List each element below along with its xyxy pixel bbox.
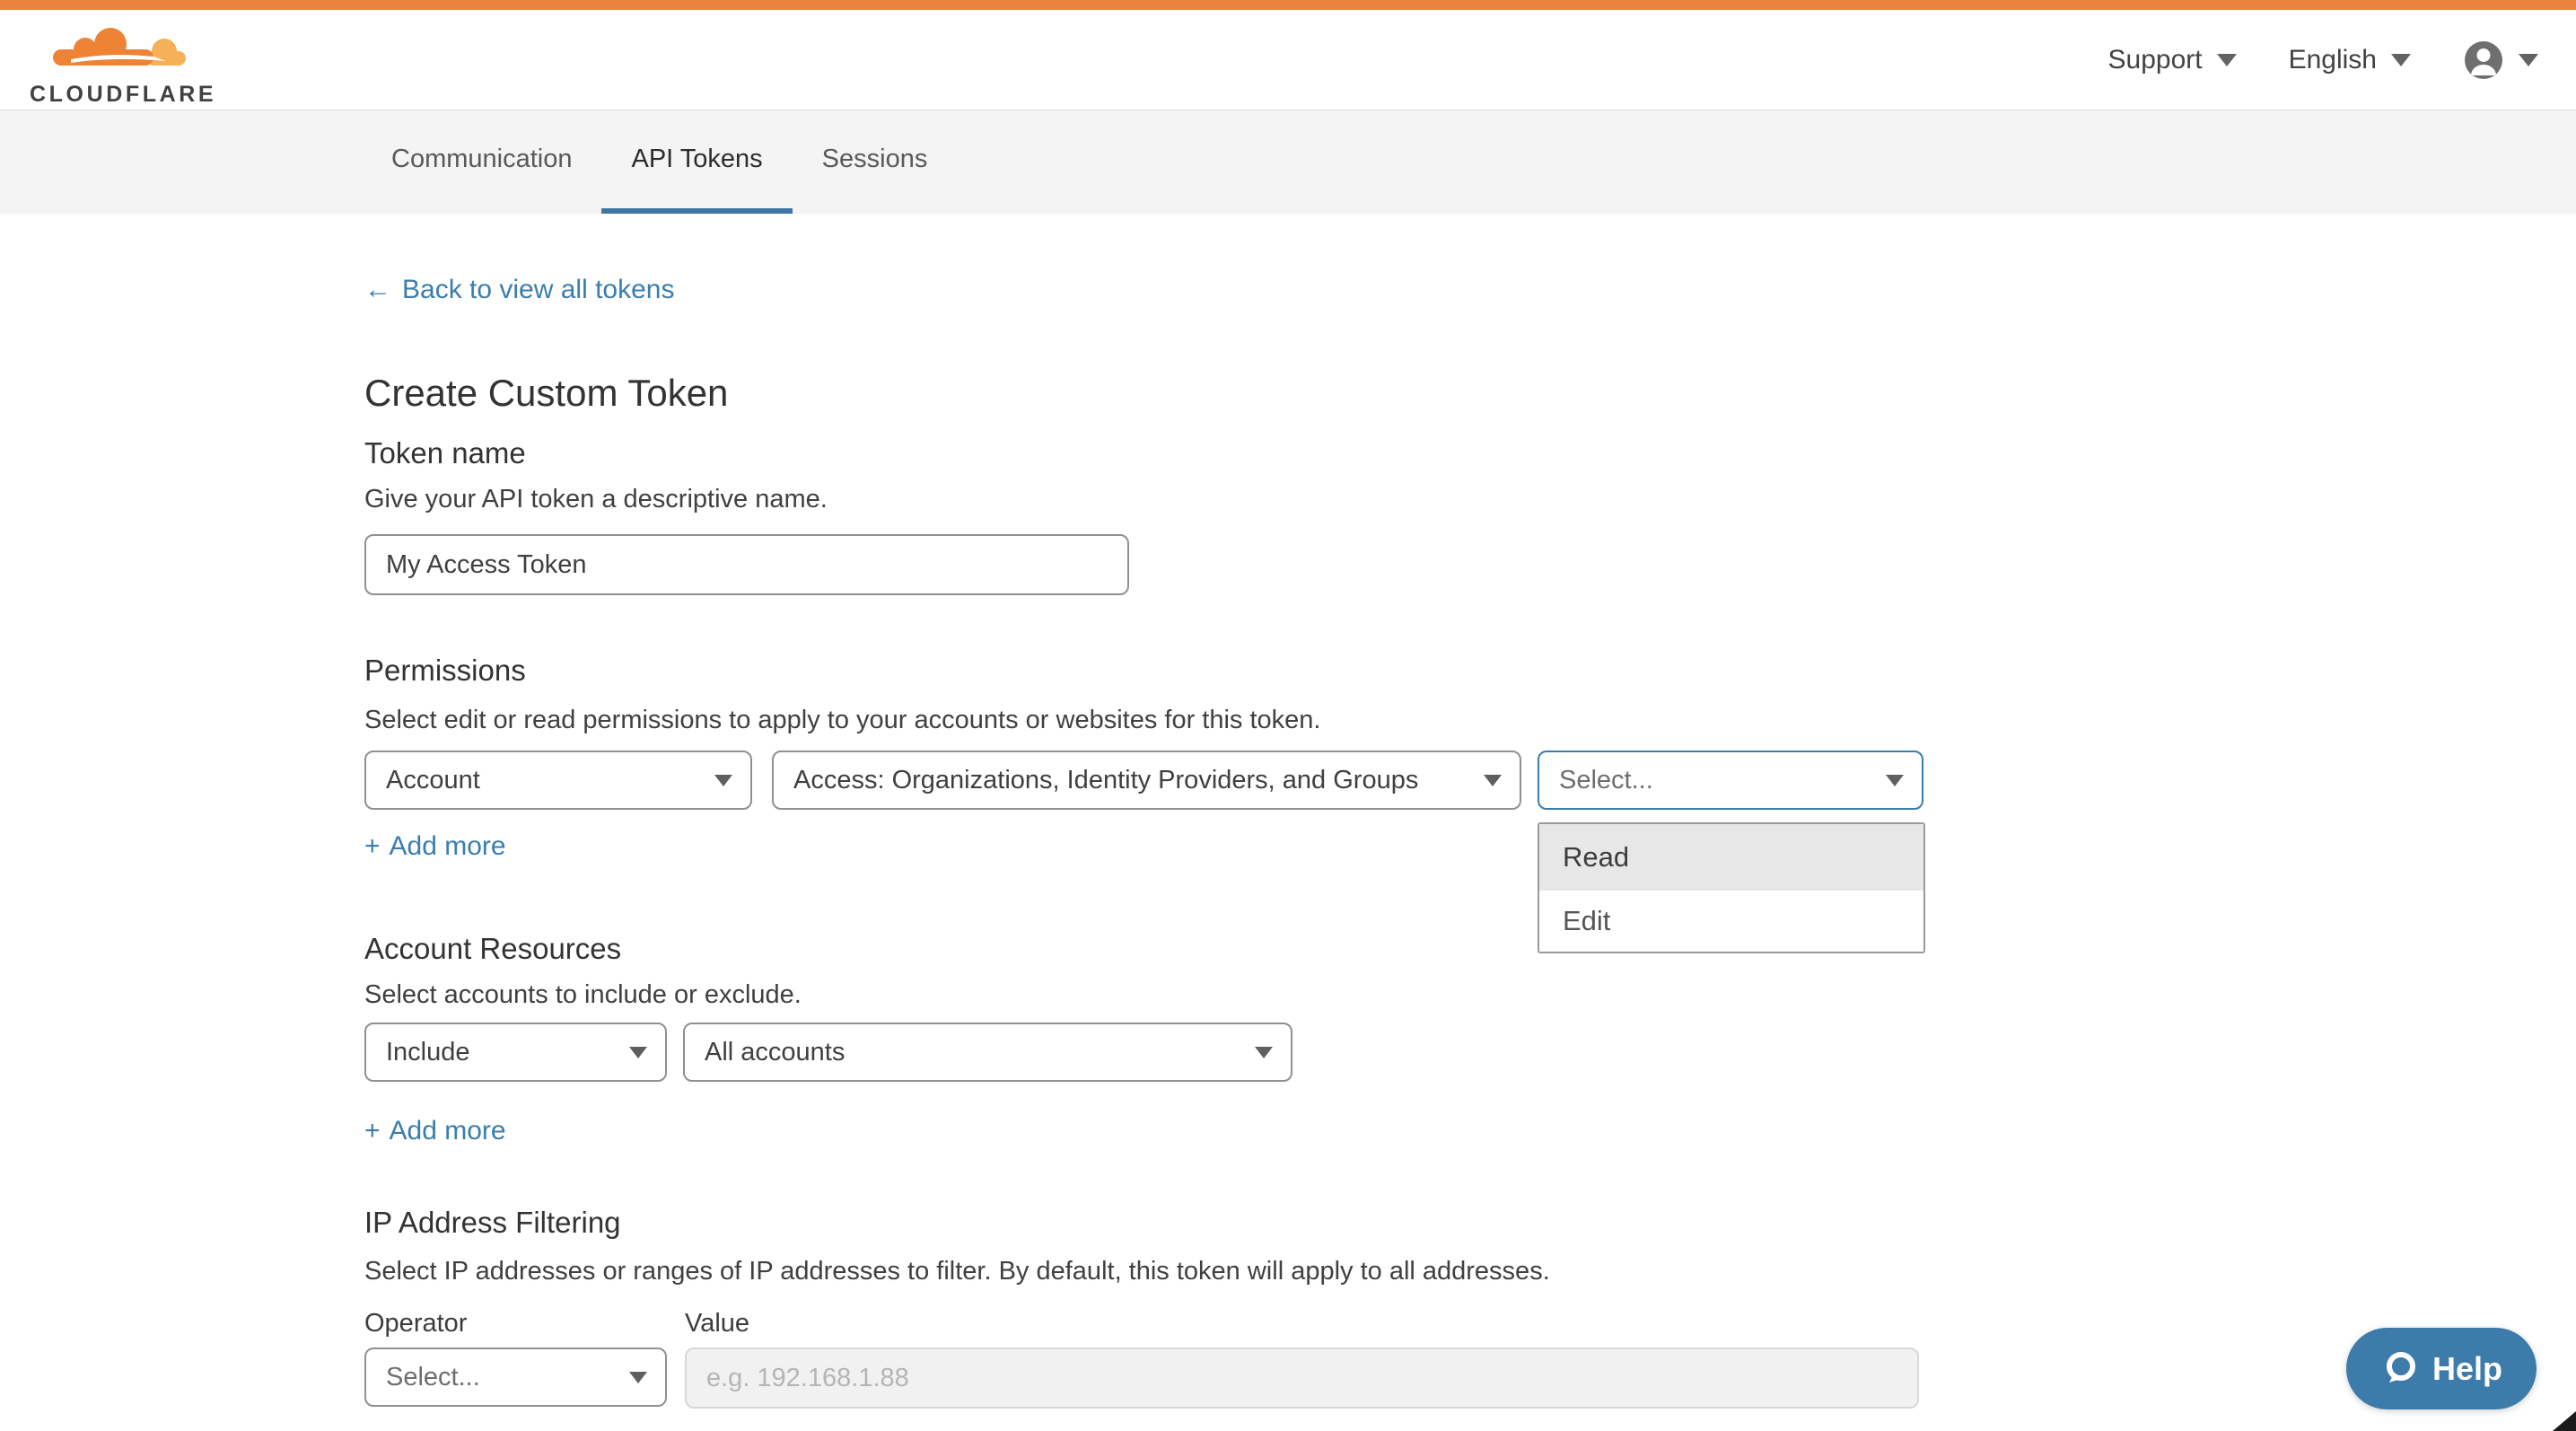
header: CLOUDFLARE Support English [0, 10, 2576, 110]
account-resources-description: Select accounts to include or exclude. [364, 980, 802, 1010]
chevron-down-icon [2217, 54, 2237, 66]
accounts-dropdown[interactable]: All accounts [683, 1023, 1292, 1082]
accounts-value: All accounts [705, 1038, 845, 1067]
page-title: Create Custom Token [364, 372, 728, 415]
tab-sessions[interactable]: Sessions [793, 110, 958, 214]
operator-label: Operator [364, 1309, 467, 1339]
plus-icon: + [364, 1116, 381, 1146]
permission-level-placeholder: Select... [1559, 766, 1653, 795]
chevron-down-icon [714, 775, 732, 786]
ip-operator-placeholder: Select... [386, 1363, 480, 1392]
chevron-down-icon [1484, 775, 1502, 786]
back-to-tokens-link[interactable]: ← Back to view all tokens [364, 275, 674, 305]
permission-group-value: Access: Organizations, Identity Provider… [793, 766, 1418, 795]
tab-communication[interactable]: Communication [362, 110, 601, 214]
help-button-label: Help [2432, 1350, 2502, 1388]
account-menu[interactable] [2463, 40, 2538, 81]
tab-bar: Communication API Tokens Sessions [0, 110, 2576, 214]
tab-api-tokens[interactable]: API Tokens [601, 110, 792, 214]
support-menu[interactable]: Support [2108, 45, 2237, 75]
menu-option-edit[interactable]: Edit [1539, 891, 1923, 952]
include-exclude-dropdown[interactable]: Include [364, 1023, 667, 1082]
avatar-icon [2463, 40, 2504, 81]
token-name-input[interactable] [364, 534, 1129, 595]
permission-scope-value: Account [386, 766, 480, 795]
back-arrow-icon: ← [364, 275, 391, 305]
cloudflare-cloud-icon [30, 22, 209, 76]
chat-bubble-icon [2380, 1349, 2420, 1389]
top-accent-bar [0, 0, 2576, 10]
tabs: Communication API Tokens Sessions [0, 110, 2576, 214]
token-name-description: Give your API token a descriptive name. [364, 485, 828, 514]
support-label: Support [2108, 45, 2203, 75]
value-label: Value [685, 1309, 749, 1339]
chevron-down-icon [629, 1047, 647, 1058]
chevron-down-icon [2391, 54, 2411, 66]
help-button[interactable]: Help [2346, 1328, 2537, 1409]
back-link-label: Back to view all tokens [402, 275, 674, 305]
permissions-description: Select edit or read permissions to apply… [364, 706, 1320, 735]
chevron-down-icon [629, 1372, 647, 1383]
ip-operator-dropdown[interactable]: Select... [364, 1348, 667, 1407]
account-resources-add-more-label: Add more [390, 1116, 506, 1146]
ip-filtering-heading: IP Address Filtering [364, 1206, 621, 1240]
ip-filtering-description: Select IP addresses or ranges of IP addr… [364, 1257, 1550, 1286]
plus-icon: + [364, 831, 381, 862]
permissions-add-more-label: Add more [390, 831, 506, 862]
permission-level-dropdown[interactable]: Select... [1538, 751, 1923, 810]
permissions-heading: Permissions [364, 654, 526, 688]
permission-level-menu: Read Edit [1538, 822, 1925, 953]
menu-option-read[interactable]: Read [1539, 824, 1923, 891]
ip-value-input[interactable] [685, 1348, 1919, 1409]
language-label: English [2289, 45, 2377, 75]
permission-group-dropdown[interactable]: Access: Organizations, Identity Provider… [772, 751, 1521, 810]
chevron-down-icon [1886, 775, 1904, 786]
cloudflare-wordmark: CLOUDFLARE [30, 82, 216, 108]
chevron-down-icon [2519, 54, 2538, 66]
header-right: Support English [2108, 10, 2538, 110]
account-resources-add-more-link[interactable]: + Add more [364, 1116, 506, 1146]
language-menu[interactable]: English [2289, 45, 2411, 75]
permissions-add-more-link[interactable]: + Add more [364, 831, 506, 862]
permission-scope-dropdown[interactable]: Account [364, 751, 752, 810]
cursor-artifact [2553, 1411, 2576, 1431]
include-exclude-value: Include [386, 1038, 470, 1067]
account-resources-heading: Account Resources [364, 932, 621, 966]
chevron-down-icon [1255, 1047, 1273, 1058]
app-root: CLOUDFLARE Support English [0, 0, 2576, 1431]
cloudflare-logo[interactable]: CLOUDFLARE [30, 22, 209, 105]
token-name-heading: Token name [364, 436, 526, 470]
